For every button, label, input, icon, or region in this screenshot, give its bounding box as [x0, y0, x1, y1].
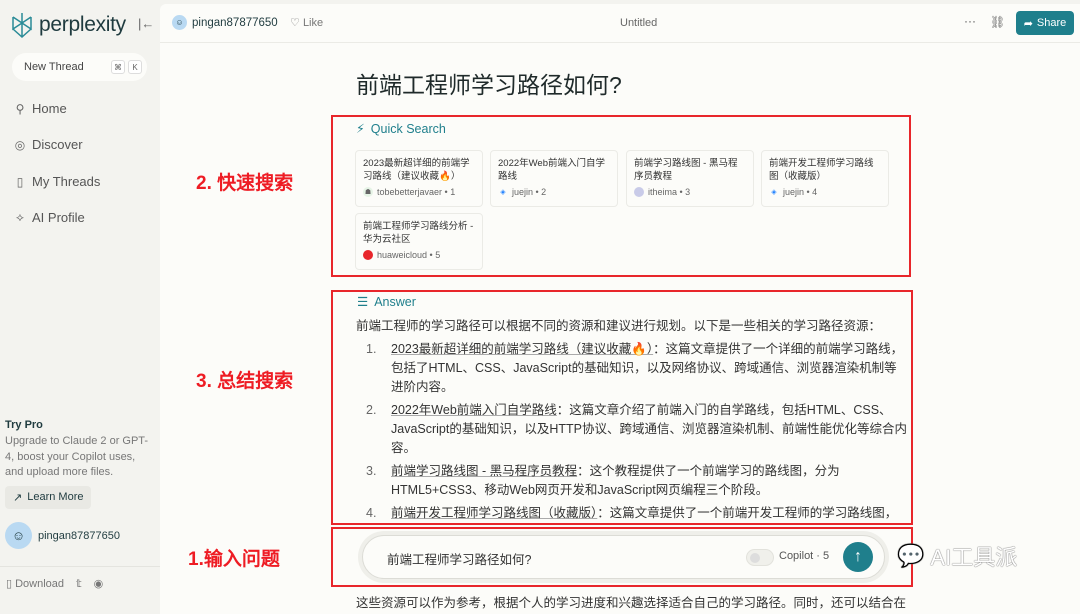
annotation-label-step2: 2. 快速搜索: [196, 173, 294, 194]
avatar: ☺: [5, 522, 32, 549]
try-pro-panel: Try Pro Upgrade to Claude 2 or GPT-4, bo…: [5, 419, 155, 509]
compass-icon: ◎: [14, 137, 26, 152]
new-thread-button[interactable]: New Thread ⌘ K: [12, 53, 147, 81]
download-link[interactable]: ▯ Download: [6, 577, 64, 590]
new-thread-label: New Thread: [24, 61, 84, 73]
annotation-label-step1: 1.输入问题: [188, 549, 280, 570]
nav-label: My Threads: [32, 174, 101, 189]
thread-title: Untitled: [620, 17, 658, 29]
like-button[interactable]: ♡ Like: [290, 16, 323, 29]
sidebar-item-discover[interactable]: ◎ Discover: [13, 137, 83, 152]
more-icon[interactable]: ···: [964, 14, 976, 28]
sidebar: perplexity |← New Thread ⌘ K ⚲ Home ◎ Disc…: [0, 0, 160, 606]
share-label: Share: [1036, 17, 1067, 29]
sidebar-footer: ▯ Download 𝕥 ◉: [0, 566, 160, 600]
learn-more-button[interactable]: ↗ Learn More: [5, 485, 92, 509]
discord-icon[interactable]: ◉: [94, 577, 104, 590]
search-icon: ⚲: [15, 101, 25, 116]
twitter-icon[interactable]: 𝕥: [76, 577, 82, 590]
perplexity-logo-icon: [12, 13, 32, 38]
share-icon: ➦: [1023, 17, 1033, 30]
thread-header: ☺ pingan87877650 ♡ Like Untitled ··· ⛓ ➦ S…: [160, 4, 1080, 43]
threads-icon: ▯: [16, 174, 24, 189]
like-label: Like: [302, 17, 324, 29]
try-pro-title: Try Pro: [5, 419, 43, 431]
learn-more-label: Learn More: [27, 491, 84, 503]
watermark-text: AI工具派: [930, 545, 1018, 570]
answer-outro: 这些资源可以作为参考，根据个人的学习进度和兴趣选择适合自己的学习路径。同时，还可…: [356, 596, 907, 610]
nav-label: Home: [32, 101, 67, 116]
arrow-up-right-icon: ↗: [13, 491, 23, 504]
kbd-cmd: ⌘: [111, 60, 125, 74]
annotation-box-input: [331, 527, 913, 587]
annotation-label-step3: 3. 总结搜索: [196, 371, 294, 392]
question-title: 前端工程师学习路径如何?: [356, 72, 622, 98]
download-label: Download: [15, 578, 65, 590]
link-icon[interactable]: ⛓: [990, 15, 1005, 29]
watermark: 💬 AI工具派: [897, 540, 1017, 572]
try-pro-desc: Upgrade to Claude 2 or GPT-4, boost your…: [5, 435, 149, 478]
share-button[interactable]: ➦ Share: [1016, 11, 1074, 35]
user-profile[interactable]: ☺ pingan87877650: [5, 522, 120, 549]
heart-icon: ♡: [290, 17, 300, 29]
nav-label: AI Profile: [32, 210, 85, 225]
header-username: pingan87877650: [192, 16, 278, 29]
profile-icon: ⟡: [16, 210, 24, 224]
nav-label: Discover: [32, 137, 83, 152]
annotation-box-quick-search: [331, 115, 911, 277]
sidebar-item-my-threads[interactable]: ▯ My Threads: [13, 174, 101, 189]
perplexity-logo[interactable]: perplexity: [11, 12, 126, 38]
avatar: ☺: [172, 15, 187, 30]
wechat-icon: 💬: [897, 543, 925, 568]
kbd-k: K: [128, 60, 142, 74]
header-user[interactable]: ☺ pingan87877650: [172, 15, 278, 30]
sidebar-item-ai-profile[interactable]: ⟡ AI Profile: [13, 210, 85, 225]
collapse-sidebar-icon[interactable]: |←: [138, 16, 154, 31]
username: pingan87877650: [38, 529, 120, 542]
sidebar-item-home[interactable]: ⚲ Home: [13, 101, 67, 116]
annotation-box-answer: [331, 290, 913, 525]
